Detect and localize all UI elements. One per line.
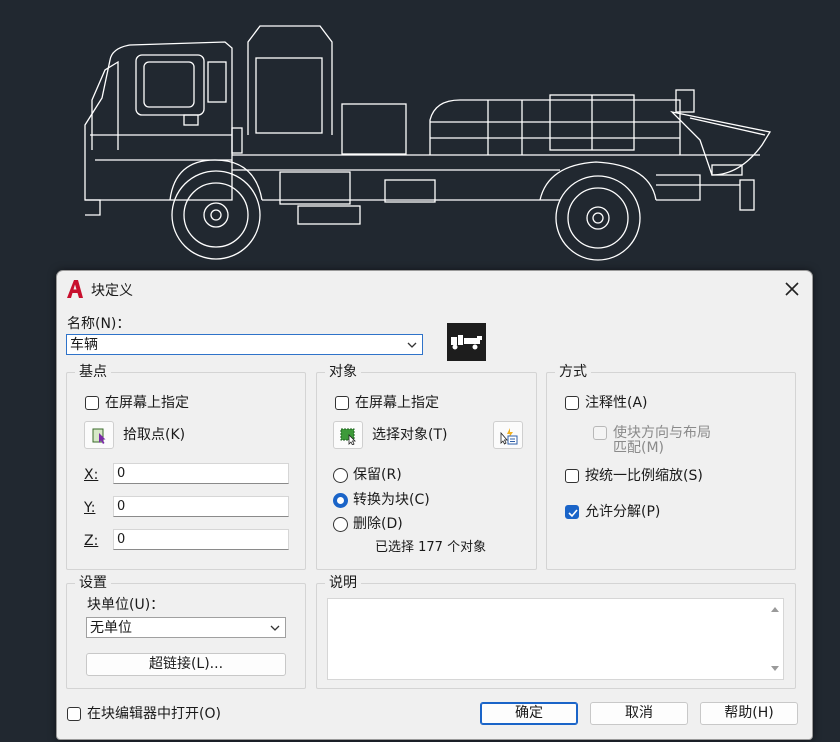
block-name-combo[interactable]: 车辆	[66, 334, 423, 355]
truck-drawing	[84, 25, 772, 261]
pick-point-label: 拾取点(K)	[123, 427, 186, 443]
x-label: X:	[84, 467, 99, 483]
open-in-editor-checkbox[interactable]	[67, 707, 81, 721]
select-objects-button[interactable]	[333, 421, 363, 449]
y-input[interactable]: 0	[113, 496, 289, 517]
block-unit-combo[interactable]: 无单位	[86, 617, 286, 638]
basepoint-specify-label: 在屏幕上指定	[105, 395, 189, 411]
help-button[interactable]: 帮助(H)	[700, 702, 798, 725]
z-input[interactable]: 0	[113, 529, 289, 550]
behavior-title: 方式	[555, 363, 591, 381]
open-in-editor-label: 在块编辑器中打开(O)	[87, 706, 221, 722]
delete-radio[interactable]	[333, 517, 348, 532]
ok-button[interactable]: 确定	[480, 702, 578, 725]
z-label: Z:	[84, 533, 99, 549]
match-orientation-checkbox[interactable]	[593, 426, 607, 440]
annotative-label: 注释性(A)	[585, 395, 648, 411]
close-icon[interactable]	[779, 277, 805, 301]
block-unit-value: 无单位	[90, 620, 132, 636]
retain-radio[interactable]	[333, 468, 348, 483]
basepoint-specify-checkbox[interactable]	[85, 396, 99, 410]
select-objects-icon	[340, 428, 356, 445]
dialog-titlebar[interactable]: 块定义	[57, 271, 812, 307]
autocad-logo-icon	[67, 280, 83, 298]
select-objects-label: 选择对象(T)	[372, 427, 448, 443]
annotative-checkbox[interactable]	[565, 396, 579, 410]
quick-select-button[interactable]	[493, 421, 523, 449]
allow-exploding-label: 允许分解(P)	[585, 504, 661, 520]
x-input[interactable]: 0	[113, 463, 289, 484]
checkmark-icon	[568, 509, 578, 518]
block-name-value: 车辆	[70, 337, 98, 353]
description-title: 说明	[325, 574, 361, 592]
retain-label: 保留(R)	[353, 467, 402, 483]
objects-title: 对象	[325, 363, 361, 381]
basepoint-title: 基点	[75, 363, 111, 381]
name-label: 名称(N)：	[67, 316, 131, 332]
description-scrollbar[interactable]	[767, 599, 783, 679]
chevron-down-icon[interactable]	[269, 622, 281, 634]
match-orientation-label-line2: 匹配(M)	[613, 440, 665, 456]
scale-uniformly-label: 按统一比例缩放(S)	[585, 468, 703, 484]
scale-uniformly-checkbox[interactable]	[565, 469, 579, 483]
pick-point-button[interactable]	[84, 421, 114, 449]
allow-exploding-checkbox[interactable]	[565, 505, 579, 519]
description-textarea[interactable]	[327, 598, 784, 680]
dialog-title: 块定义	[91, 283, 133, 299]
block-preview	[447, 323, 486, 361]
selected-count-text: 已选择 177 个对象	[375, 540, 487, 555]
objects-specify-checkbox[interactable]	[335, 396, 349, 410]
pick-point-icon	[92, 428, 106, 444]
objects-specify-label: 在屏幕上指定	[355, 395, 439, 411]
block-unit-label: 块单位(U)：	[87, 597, 165, 613]
chevron-down-icon[interactable]	[406, 339, 418, 351]
truck-preview-icon	[451, 335, 482, 350]
scroll-arrows-icon	[771, 607, 779, 671]
convert-to-block-radio[interactable]	[333, 493, 348, 508]
quick-select-icon	[500, 428, 518, 445]
settings-title: 设置	[75, 574, 111, 592]
hyperlink-button[interactable]: 超链接(L)...	[86, 653, 286, 676]
delete-label: 删除(D)	[353, 516, 403, 532]
y-label: Y:	[84, 500, 96, 516]
cancel-button[interactable]: 取消	[590, 702, 688, 725]
convert-to-block-label: 转换为块(C)	[353, 492, 430, 508]
block-definition-dialog: 块定义 名称(N)： 车辆 基点 在屏幕上指定 拾取点(K) X: 0 Y: 0…	[56, 270, 813, 740]
